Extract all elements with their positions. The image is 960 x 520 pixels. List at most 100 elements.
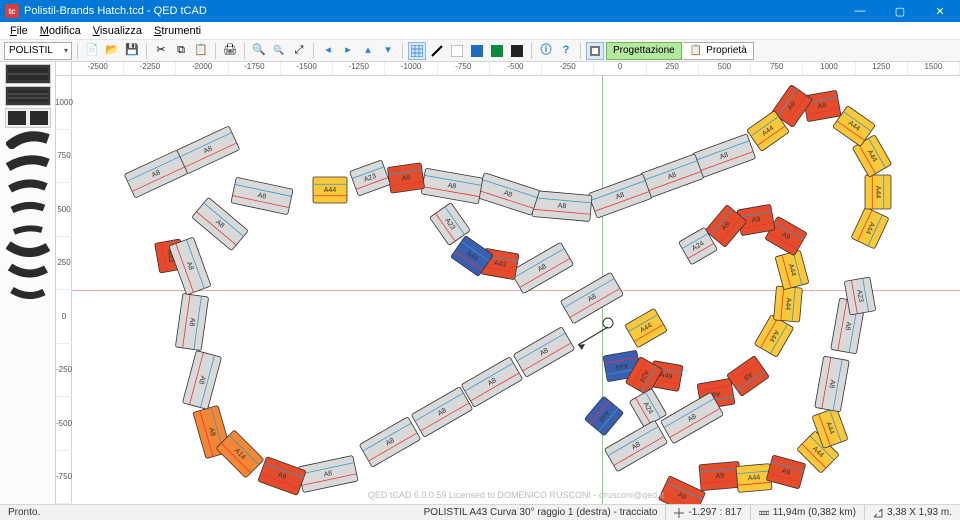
design-icon-button[interactable] (586, 42, 604, 60)
track-piece-A8[interactable]: A8 (532, 191, 592, 222)
lane-toggle-button[interactable] (428, 42, 446, 60)
track-piece-A8[interactable]: A8 (298, 455, 358, 492)
track-piece-A8[interactable]: A8 (411, 387, 472, 438)
menu-edit[interactable]: Modifica (34, 25, 87, 37)
window-titlebar: tc Polistil-Brands Hatch.tcd - QED tCAD … (0, 0, 960, 22)
minimize-button[interactable]: — (840, 0, 880, 22)
track-piece-A23[interactable]: A23 (844, 277, 876, 315)
track-piece-A8[interactable]: A8 (192, 197, 249, 250)
palette-curve-7[interactable] (5, 262, 51, 282)
brand-combo[interactable]: POLISTIL (4, 42, 72, 60)
palette-crossover[interactable] (5, 108, 51, 128)
status-bar: Pronto. POLISTIL A43 Curva 30° raggio 1 … (0, 504, 960, 520)
track-layer: A8A8A8A8A8A8A8A8A8A8A9A9A44A44A44A9A9A9A… (72, 76, 960, 504)
track-piece-A9[interactable]: A9 (658, 476, 705, 504)
menu-file[interactable]: File (4, 25, 34, 37)
design-canvas[interactable]: A8A8A8A8A8A8A8A8A8A8A9A9A44A44A44A9A9A9A… (72, 76, 960, 504)
track-piece-A8[interactable]: A8 (421, 168, 483, 204)
track-piece-A8[interactable]: A8 (182, 351, 221, 410)
track-piece-A9[interactable]: A9 (766, 455, 806, 489)
ruler-vertical: 10007505002500-250-500-750-1000 (56, 76, 72, 504)
track-piece-A9[interactable]: A9 (258, 457, 306, 496)
menu-bar: File Modifica Visualizza Strumenti (0, 22, 960, 40)
cut-button[interactable]: ✂ (152, 42, 170, 60)
palette-curve-5[interactable] (5, 218, 51, 238)
nav-down-button[interactable]: ▾ (379, 42, 397, 60)
palette-straight-2[interactable] (5, 86, 51, 106)
zoom-fit-button[interactable]: ⤢ (290, 42, 308, 60)
track-piece-A44[interactable]: A44 (775, 250, 809, 290)
status-size: 3,38 X 1,93 m. (865, 505, 960, 520)
track-piece-A8[interactable]: A8 (124, 150, 188, 198)
track-piece-A9[interactable]: A9 (387, 163, 424, 193)
track-piece-A8[interactable]: A8 (359, 417, 420, 468)
track-piece-A8[interactable]: A8 (176, 126, 240, 174)
track-piece-A44[interactable]: A44 (851, 207, 889, 249)
track-piece-A8[interactable]: A8 (660, 392, 723, 444)
track-piece-A8[interactable]: A8 (510, 242, 573, 294)
track-piece-A9[interactable]: A9 (727, 356, 770, 397)
mode-props-chip[interactable]: 📋Proprietà (684, 42, 754, 60)
color-1-button[interactable] (448, 42, 466, 60)
track-piece-A44[interactable]: A44 (774, 286, 803, 322)
info-button[interactable]: ⓘ (537, 42, 555, 60)
track-piece-A8[interactable]: A8 (175, 293, 208, 350)
ruler-horizontal: -2500-2250-2000-1750-1500-1250-1000-750-… (72, 62, 960, 76)
track-piece-A8[interactable]: A8 (815, 356, 850, 412)
ruler-corner (56, 62, 72, 76)
nav-left-button[interactable]: ◂ (319, 42, 337, 60)
grid-toggle-button[interactable] (408, 42, 426, 60)
track-piece-A44[interactable]: A44 (313, 177, 347, 203)
track-piece-A9[interactable]: A9 (803, 90, 841, 122)
track-piece-A8[interactable]: A8 (476, 173, 539, 216)
open-button[interactable]: 📂 (103, 42, 121, 60)
status-ready: Pronto. (0, 505, 48, 520)
color-2-button[interactable] (468, 42, 486, 60)
track-piece-A8[interactable]: A8 (604, 420, 667, 472)
status-piece-info: POLISTIL A43 Curva 30° raggio 1 (destra)… (416, 505, 667, 520)
track-piece-A9[interactable]: A9 (699, 461, 741, 490)
track-piece-A8[interactable]: A8 (692, 134, 755, 178)
help-button[interactable]: ? (557, 42, 575, 60)
track-piece-A23[interactable]: A23 (350, 160, 391, 196)
status-cursor: -1.297 : 817 (666, 505, 750, 520)
new-button[interactable]: 📄 (83, 42, 101, 60)
palette-curve-1[interactable] (5, 130, 51, 150)
main-area: Elementi Supporti -2500-2250-2000-1750-1… (0, 62, 960, 504)
palette-curve-8[interactable] (5, 284, 51, 304)
canvas-wrap: -2500-2250-2000-1750-1500-1250-1000-750-… (56, 62, 960, 504)
track-piece-A49[interactable]: A49 (584, 396, 623, 436)
track-piece-A44[interactable]: A44 (865, 175, 891, 209)
palette-curve-2[interactable] (5, 152, 51, 172)
track-piece-A8[interactable]: A8 (588, 174, 651, 218)
track-piece-A8[interactable]: A8 (560, 272, 623, 324)
track-piece-A8[interactable]: A8 (461, 357, 522, 408)
zoom-in-button[interactable]: 🔍 (250, 42, 268, 60)
window-title: Polistil-Brands Hatch.tcd - QED tCAD (24, 5, 207, 17)
copy-button[interactable]: ⧉ (172, 42, 190, 60)
track-piece-A44[interactable]: A44 (625, 308, 667, 348)
mode-design-chip[interactable]: Progettazione (606, 42, 682, 60)
palette-curve-3[interactable] (5, 174, 51, 194)
palette-straight-1[interactable] (5, 64, 51, 84)
track-piece-A8[interactable]: A8 (513, 327, 574, 378)
status-length: 11,94m (0,382 km) (751, 505, 865, 520)
track-piece-A8[interactable]: A8 (231, 177, 293, 214)
palette-curve-6[interactable] (5, 240, 51, 260)
piece-palette (0, 62, 56, 504)
color-4-button[interactable] (508, 42, 526, 60)
zoom-out-button[interactable]: 🔍 (270, 42, 288, 60)
menu-view[interactable]: Visualizza (87, 25, 148, 37)
menu-tools[interactable]: Strumenti (148, 25, 207, 37)
maximize-button[interactable]: ▢ (880, 0, 920, 22)
nav-up-button[interactable]: ▴ (359, 42, 377, 60)
save-button[interactable]: 💾 (123, 42, 141, 60)
app-icon: tc (5, 4, 19, 18)
nav-right-button[interactable]: ▸ (339, 42, 357, 60)
close-button[interactable]: ✕ (920, 0, 960, 22)
paste-button[interactable]: 📋 (192, 42, 210, 60)
color-3-button[interactable] (488, 42, 506, 60)
print-button[interactable]: 🖨 (221, 42, 239, 60)
palette-curve-4[interactable] (5, 196, 51, 216)
track-piece-A8[interactable]: A8 (640, 154, 703, 198)
